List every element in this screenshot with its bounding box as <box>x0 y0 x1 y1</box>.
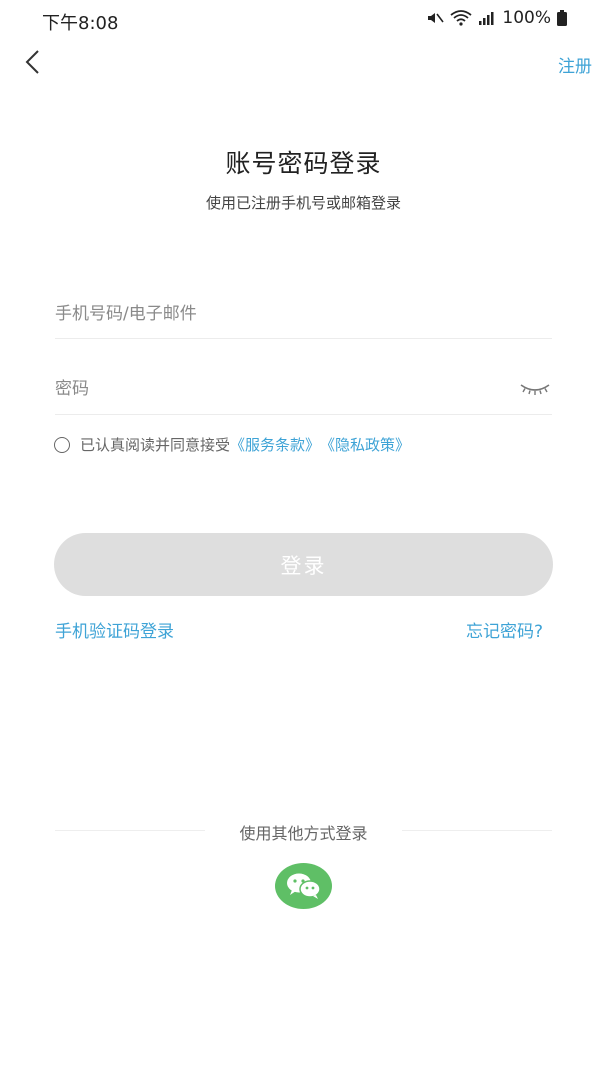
signal-icon <box>479 12 494 25</box>
chevron-left-icon <box>25 50 39 74</box>
battery-icon <box>557 10 567 26</box>
privacy-policy-link[interactable]: 《隐私政策》 <box>320 434 410 455</box>
sms-code-login-link[interactable]: 手机验证码登录 <box>55 617 174 642</box>
other-login-label: 使用其他方式登录 <box>239 824 368 843</box>
login-button[interactable]: 登录 <box>54 533 553 596</box>
agreement-checkbox[interactable] <box>54 436 70 453</box>
password-field <box>55 364 552 415</box>
agreement-row: 已认真阅读并同意接受 《服务条款》 《隐私政策》 <box>54 434 410 455</box>
password-input[interactable] <box>55 379 518 399</box>
phone-email-field <box>55 290 552 339</box>
page-title: 账号密码登录 <box>225 149 382 178</box>
forgot-password-link[interactable]: 忘记密码? <box>466 617 543 642</box>
back-button[interactable] <box>18 47 48 77</box>
battery-percentage: 100% <box>502 8 551 28</box>
status-time: 下午8:08 <box>42 13 119 34</box>
wechat-icon <box>286 873 321 899</box>
register-link[interactable]: 注册 <box>558 52 592 77</box>
status-icons: 100% <box>426 8 567 28</box>
phone-email-input[interactable] <box>55 304 552 324</box>
terms-of-service-link[interactable]: 《服务条款》 <box>230 434 320 455</box>
wechat-login-button[interactable] <box>275 863 332 909</box>
page-subtitle: 使用已注册手机号或邮箱登录 <box>205 194 401 212</box>
agreement-text: 已认真阅读并同意接受 <box>80 436 231 454</box>
wifi-icon <box>450 10 472 26</box>
password-visibility-toggle[interactable] <box>518 377 552 401</box>
eye-closed-icon <box>520 384 550 395</box>
mute-icon <box>428 13 445 23</box>
